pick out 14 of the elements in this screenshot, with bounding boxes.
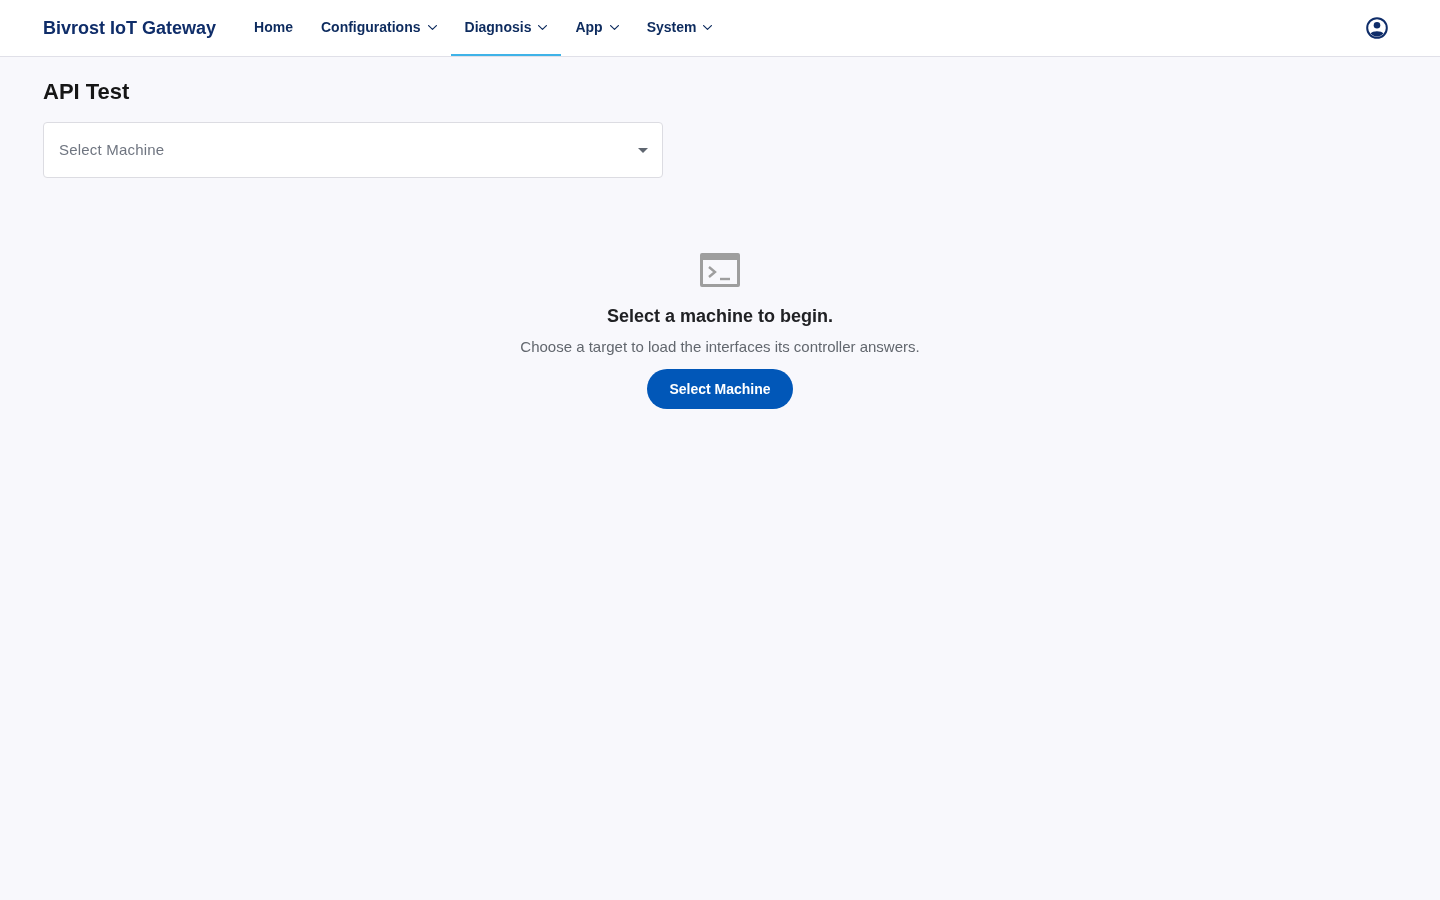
brand-title[interactable]: Bivrost IoT Gateway: [43, 14, 217, 42]
user-account-icon[interactable]: [1366, 17, 1388, 39]
nav-tab[interactable]: Diagnosis: [450, 0, 562, 56]
select-machine-button[interactable]: Select Machine: [647, 369, 793, 409]
machine-select[interactable]: Select Machine: [43, 122, 663, 178]
nav-tab[interactable]: Configurations: [306, 0, 451, 56]
page-title: API Test: [43, 78, 130, 106]
dropdown-caret-icon: [638, 147, 648, 153]
nav-tab[interactable]: App: [561, 0, 633, 56]
terminal-icon: [700, 253, 740, 287]
nav-tab[interactable]: Home: [240, 0, 307, 56]
nav-tab[interactable]: System: [632, 0, 727, 56]
empty-state-heading: Select a machine to begin.: [606, 305, 834, 328]
empty-state-description: Choose a target to load the interfaces its controller answers.: [520, 337, 920, 357]
